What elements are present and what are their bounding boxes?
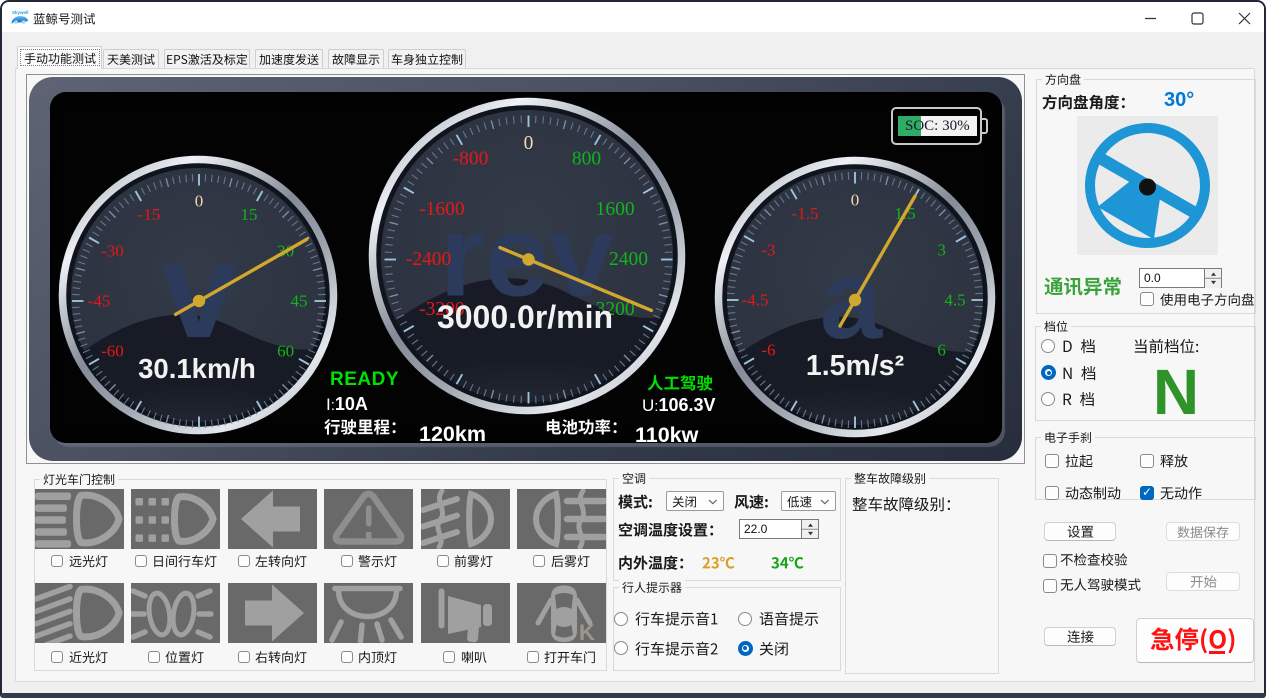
svg-text:-45: -45 <box>88 292 111 311</box>
svg-text:-60: -60 <box>101 342 124 361</box>
svg-text:1600: 1600 <box>595 199 634 220</box>
svg-text:-2400: -2400 <box>405 249 451 270</box>
svg-text:-4.5: -4.5 <box>742 291 769 310</box>
svg-text:4.5: 4.5 <box>944 291 965 310</box>
svg-text:-15: -15 <box>138 205 161 224</box>
svg-text:-1.5: -1.5 <box>792 204 819 223</box>
svg-text:K: K <box>579 620 595 643</box>
svg-text:2400: 2400 <box>609 249 648 270</box>
svg-text:v: v <box>161 214 237 366</box>
svg-text:-1600: -1600 <box>419 199 465 220</box>
svg-text:-800: -800 <box>452 149 488 170</box>
svg-text:6: 6 <box>937 341 946 360</box>
svg-text:0: 0 <box>523 133 533 154</box>
svg-text:0: 0 <box>195 192 204 211</box>
svg-text:15: 15 <box>241 205 258 224</box>
svg-text:45: 45 <box>291 292 308 311</box>
svg-text:-6: -6 <box>761 341 775 360</box>
svg-text:0: 0 <box>851 191 860 210</box>
svg-text:Skywell: Skywell <box>12 10 29 15</box>
svg-text:-3: -3 <box>761 241 775 260</box>
svg-text:800: 800 <box>571 149 600 170</box>
svg-text:60: 60 <box>277 342 294 361</box>
svg-text:-30: -30 <box>101 242 124 261</box>
svg-text:3: 3 <box>937 241 946 260</box>
